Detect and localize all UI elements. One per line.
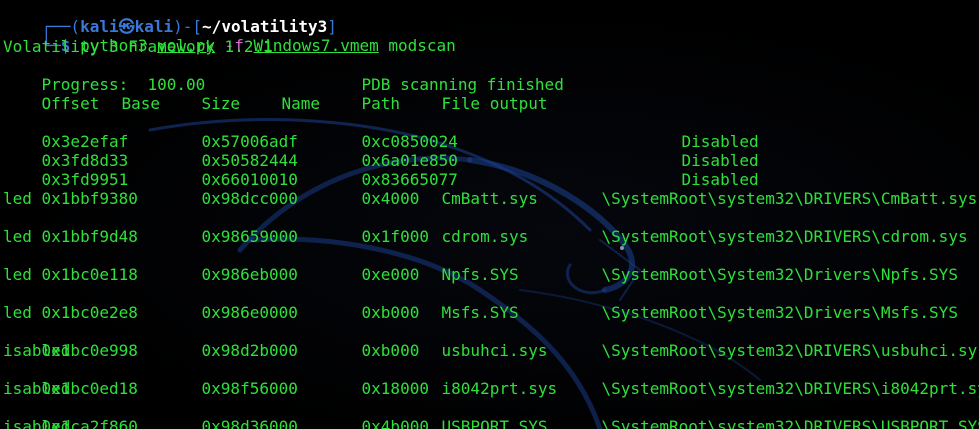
header-file-output: File output — [441, 94, 548, 113]
table-row: 0x1bc0e2e8 0x986e0000 0xb000 Msfs.SYS \Syste… — [3, 284, 979, 322]
row-size: 0xe000 — [361, 265, 420, 284]
table-row: 0x1bbf9d48 0x98659000 0x1f000 cdrom.sys \Sys… — [3, 208, 979, 246]
row-size: 0x1f000 — [361, 227, 429, 246]
row-path: \SystemRoot\system32\DRIVERS\CmBatt.sys — [601, 189, 978, 208]
row-wrap: isabled — [3, 379, 71, 398]
row-name: Npfs.SYS — [441, 265, 519, 284]
row-size: 0x4000 — [361, 189, 420, 208]
row-size: 0xb000 — [361, 341, 420, 360]
row-wrap: led — [3, 227, 32, 246]
row-path: \SystemRoot\system32\DRIVERS\USBPORT.SYS — [601, 417, 979, 429]
header-size: Size — [201, 94, 241, 113]
table-row: 0x1bc0ed18 0x98f56000 0x18000 i8042prt.sys \… — [3, 360, 979, 398]
row-base: 0x98d36000 — [201, 417, 298, 429]
table-row: 0x3e2efaf 0x57006adf 0xc0850024 Disabled — [3, 113, 759, 151]
row-wrap: led — [3, 265, 32, 284]
row-name: cdrom.sys — [441, 227, 529, 246]
command-line[interactable]: └─$ python3 vol.py -f Windows7.vmem mods… — [3, 17, 456, 55]
header-name: Name — [281, 94, 321, 113]
row-base: 0x986e0000 — [201, 303, 298, 322]
header-path: Path — [361, 94, 401, 113]
header-base: Base — [121, 94, 161, 113]
row-name: usbuhci.sys — [441, 341, 548, 360]
cmd-plugin: modscan — [388, 36, 456, 55]
table-row: 0x3fd9951 0x66010010 0x83665077 Disabled — [3, 151, 759, 189]
table-row: 0x3fd8d33 0x50582444 0x6a01e850 Disabled — [3, 132, 759, 170]
row-size: 0xb000 — [361, 303, 420, 322]
row-offset: 0x1bbf9d48 — [41, 227, 138, 246]
header-offset: Offset — [41, 94, 100, 113]
row-base: 0x986eb000 — [201, 265, 298, 284]
row-offset: 0x1bc0e2e8 — [41, 303, 138, 322]
row-size: 0x18000 — [361, 379, 429, 398]
row-wrap: led — [3, 189, 32, 208]
prompt-header: ┌──(kali㉿kali)-[~/volatility3] — [3, 0, 337, 36]
table-row: 0x1bc0e118 0x986eb000 0xe000 Npfs.SYS \Syste… — [3, 246, 979, 284]
row-path: \SystemRoot\system32\DRIVERS\cdrom.sys — [601, 227, 968, 246]
row-base: 0x98d2b000 — [201, 341, 298, 360]
row-wrap: led — [3, 303, 32, 322]
row-base: 0x98f56000 — [201, 379, 298, 398]
table-header: Offset Base Size Name Path File output — [3, 75, 548, 113]
row-name: i8042prt.sys — [441, 379, 558, 398]
row-base: 0x98659000 — [201, 227, 298, 246]
table-row: 0x1ca2f860 0x98d36000 0x4b000 USBPORT.SYS \S… — [3, 398, 979, 429]
row-offset: 0x1bbf9380 — [41, 189, 138, 208]
banner-text: Volatility 3 Framework 1.2.1 — [3, 37, 273, 56]
row-wrap: isabled — [3, 341, 71, 360]
row-path: \SystemRoot\System32\Drivers\Msfs.SYS — [601, 303, 958, 322]
row-name: USBPORT.SYS — [441, 417, 548, 429]
row-path: \SystemRoot\System32\Drivers\Npfs.SYS — [601, 265, 958, 284]
table-row: 0x1bbf9380 0x98dcc000 0x4000 CmBatt.sys \Sys… — [3, 170, 979, 208]
progress-line: Progress: 100.00 PDB scanning finished — [3, 56, 564, 94]
table-row: 0x1bc0e998 0x98d2b000 0xb000 usbuhci.sys \Sy… — [3, 322, 979, 360]
row-name: Msfs.SYS — [441, 303, 519, 322]
row-wrap: isabled — [3, 417, 71, 429]
row-path: \SystemRoot\system32\DRIVERS\usbuhci.sys — [601, 341, 979, 360]
terminal-window[interactable]: ┌──(kali㉿kali)-[~/volatility3] └─$ pytho… — [0, 0, 979, 429]
row-path: \SystemRoot\system32\DRIVERS\i8042prt.sy… — [601, 379, 979, 398]
row-base: 0x98dcc000 — [201, 189, 298, 208]
row-offset: 0x1bc0e118 — [41, 265, 138, 284]
row-name: CmBatt.sys — [441, 189, 538, 208]
row-size: 0x4b000 — [361, 417, 429, 429]
